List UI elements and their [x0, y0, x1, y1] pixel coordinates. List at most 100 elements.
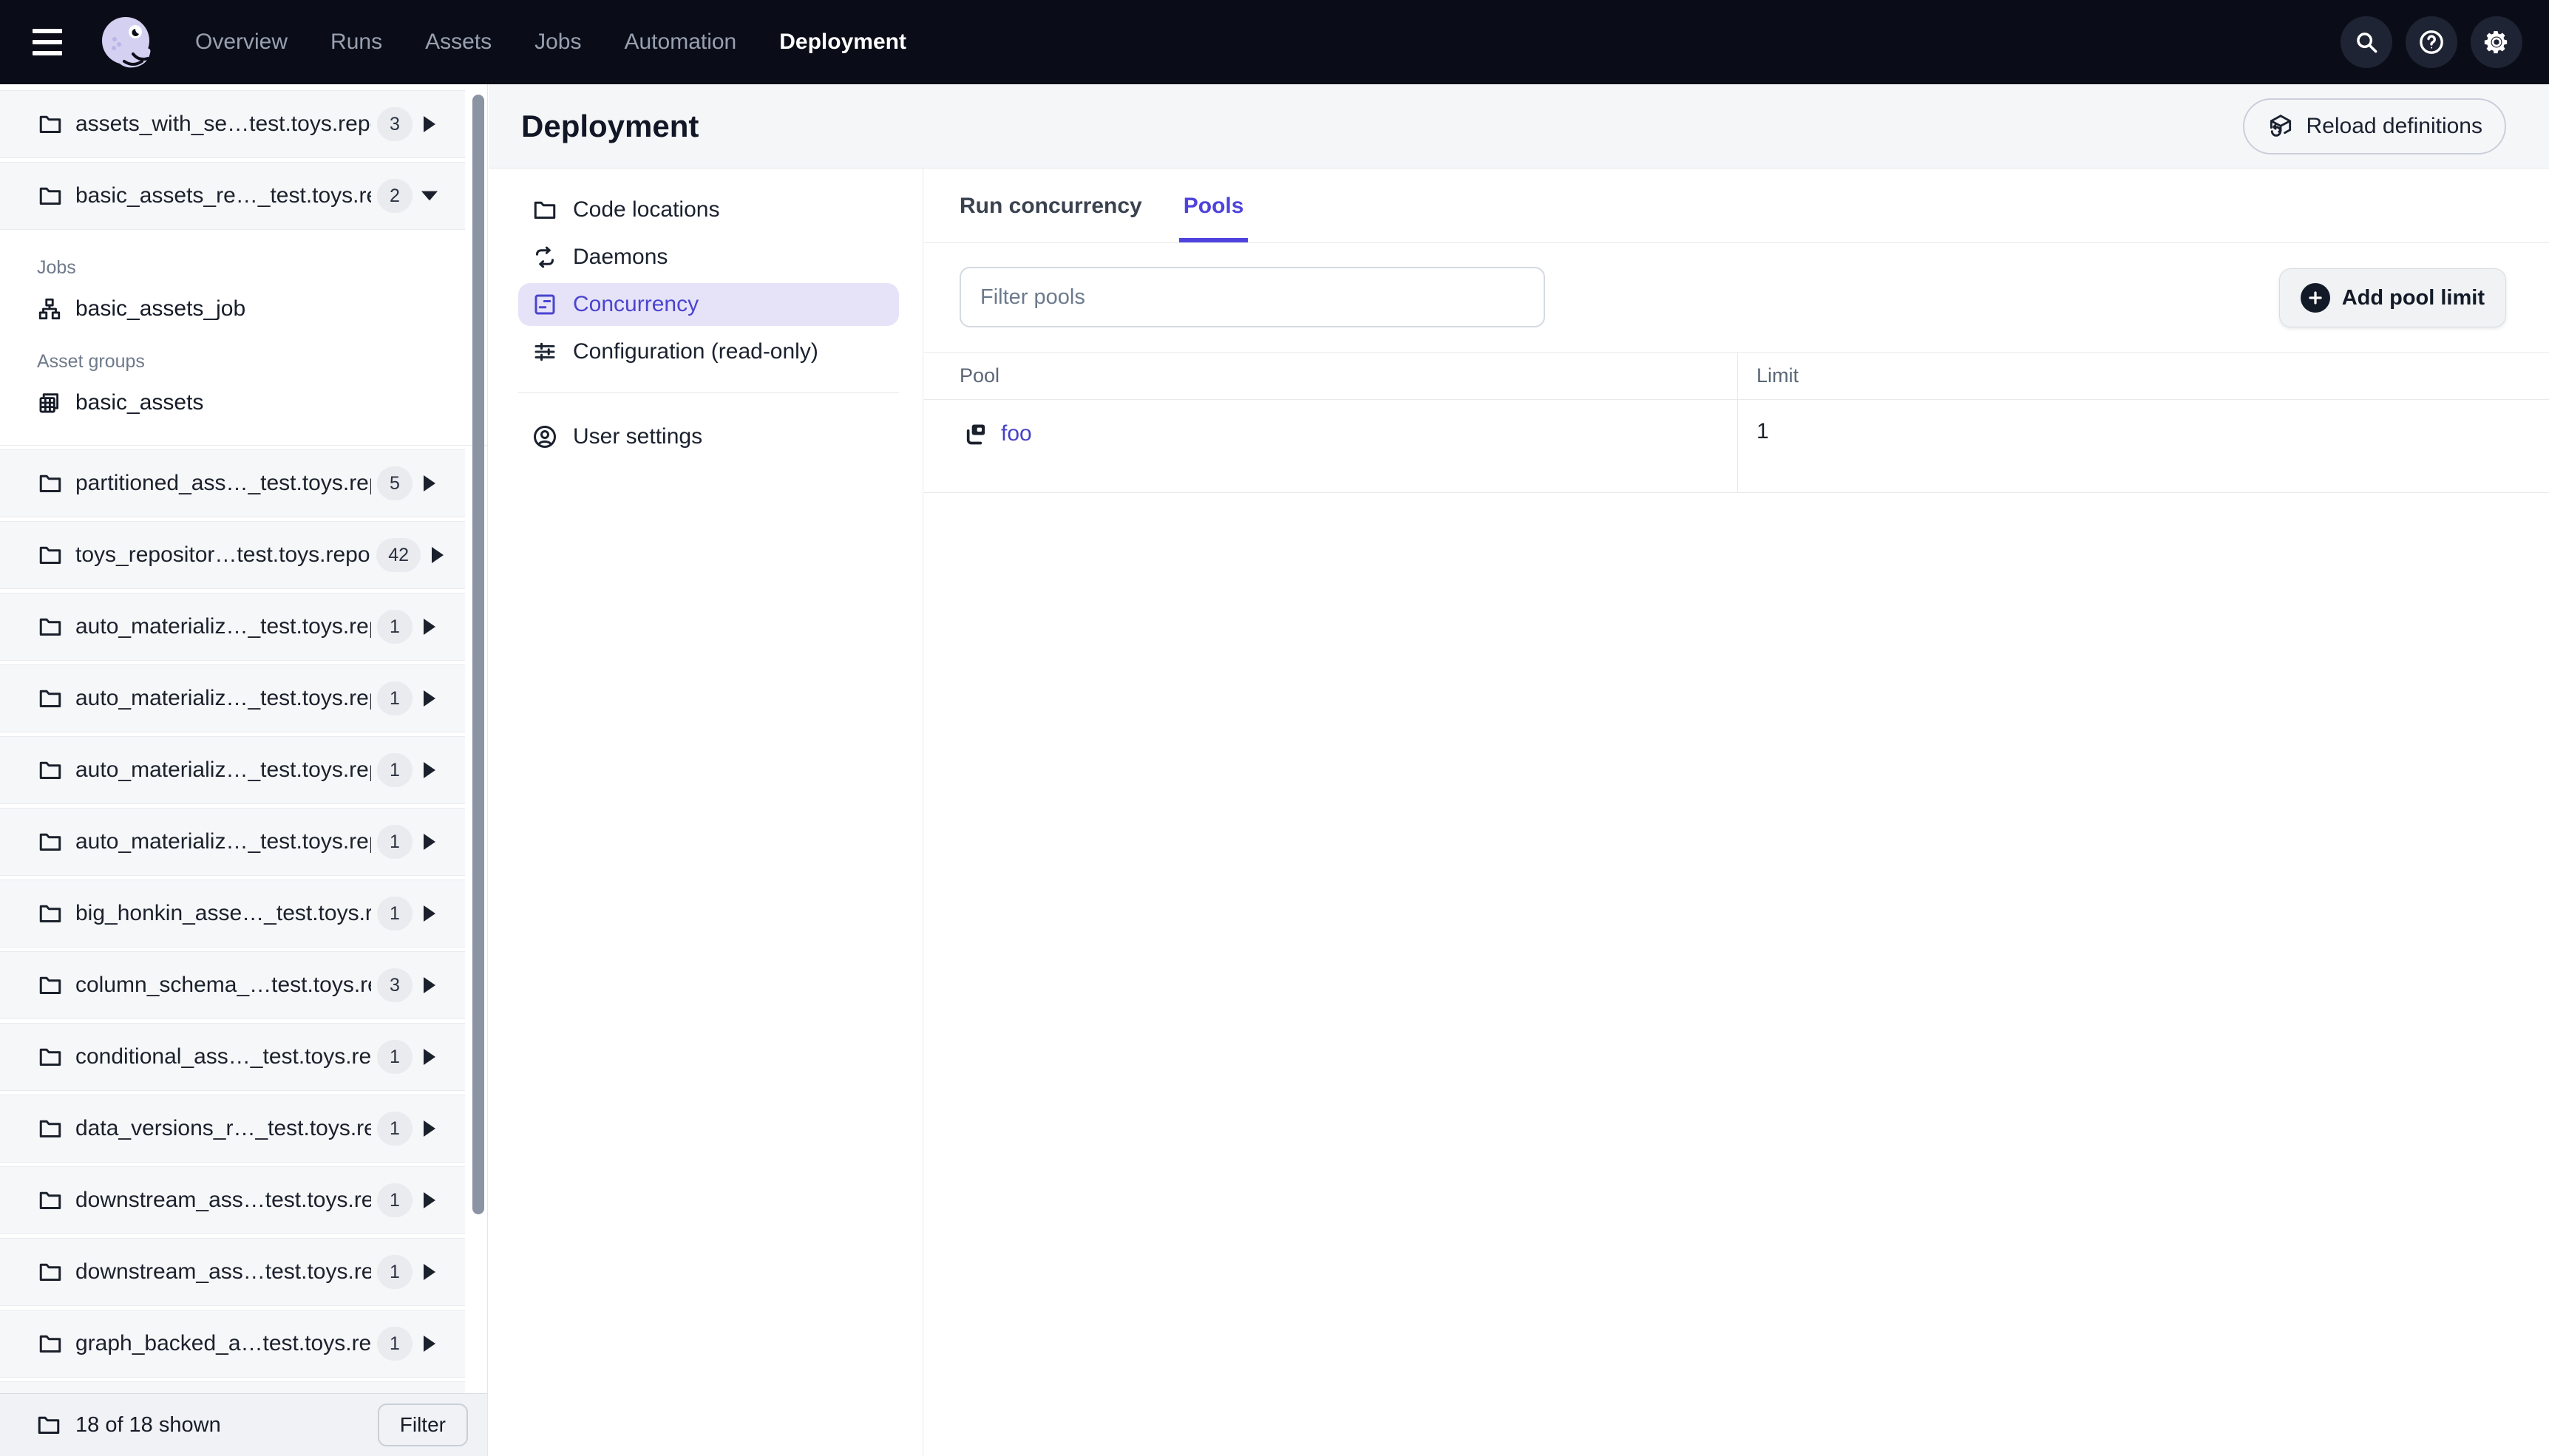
chevron-right-icon[interactable] [413, 762, 447, 778]
add-pool-limit-button[interactable]: Add pool limit [2278, 268, 2506, 327]
repo-row[interactable]: auto_materializ…_test.toys.repo 1 [0, 593, 465, 661]
reload-cube-icon [2267, 112, 2295, 140]
menu-item-configuration[interactable]: Configuration (read-only) [518, 330, 899, 373]
job-item[interactable]: basic_assets_job [37, 286, 487, 332]
repo-row[interactable]: data_versions_r…_test.toys.rep 1 [0, 1095, 465, 1163]
pool-link[interactable]: foo [960, 419, 1032, 449]
chevron-right-icon[interactable] [413, 977, 447, 993]
repo-label: conditional_ass…_test.toys.repo [75, 1044, 371, 1069]
repo-row[interactable]: auto_materializ…_test.toys.repo 1 [0, 808, 465, 876]
chevron-right-icon[interactable] [413, 1120, 447, 1137]
repo-list: assets_with_se…test.toys.repo 3 basic_as… [0, 84, 487, 1449]
dagster-logo-icon[interactable] [95, 11, 157, 73]
repo-row[interactable]: basic_assets_re…_test.toys.rep 2 [0, 162, 465, 230]
nav-runs[interactable]: Runs [330, 30, 382, 55]
repo-row[interactable]: column_schema_…test.toys.rep 3 [0, 951, 465, 1019]
repo-label: auto_materializ…_test.toys.repo [75, 829, 371, 854]
pools-table: Pool Limit foo 1 [924, 352, 2549, 493]
folder-icon [37, 542, 64, 568]
dagster-app: Overview Runs Assets Jobs Automation Dep… [0, 0, 2549, 1456]
tab-pools[interactable]: Pools [1178, 169, 1249, 242]
menu-item-label: Daemons [573, 245, 668, 269]
limit-column-header: Limit [1757, 364, 1799, 387]
pool-cell: foo [924, 400, 1737, 492]
repo-row[interactable]: downstream_ass…test.toys.rep 1 [0, 1238, 465, 1306]
folder-icon [37, 900, 64, 927]
count-badge: 1 [377, 610, 413, 644]
pool-stack-icon [960, 419, 989, 449]
repo-label: auto_materializ…_test.toys.repo [75, 614, 371, 639]
chevron-right-icon[interactable] [421, 547, 455, 563]
concurrency-tab-panel: Run concurrency Pools Add pool limit Poo… [924, 169, 2549, 1456]
repo-row[interactable]: conditional_ass…_test.toys.repo 1 [0, 1023, 465, 1091]
repo-label: graph_backed_a…test.toys.repo [75, 1331, 371, 1355]
folder-icon [35, 1412, 62, 1438]
repo-expanded-panel: Jobs basic_assets_job Asset groups basic… [0, 234, 487, 446]
menu-item-code-locations[interactable]: Code locations [518, 188, 899, 231]
chevron-right-icon[interactable] [413, 116, 447, 132]
folder-icon [37, 1115, 64, 1142]
user-icon [532, 423, 558, 450]
repo-row[interactable]: assets_with_se…test.toys.repo 3 [0, 90, 465, 158]
repo-label: downstream_ass…test.toys.rep [75, 1188, 371, 1212]
asset-group-item[interactable]: basic_assets [37, 380, 487, 426]
count-badge: 1 [377, 1112, 413, 1146]
filter-button[interactable]: Filter [377, 1404, 468, 1446]
deployment-settings-menu: Code locations Daemons Concurrency Confi… [489, 169, 923, 1456]
chevron-right-icon[interactable] [413, 475, 447, 491]
repo-row[interactable]: graph_backed_a…test.toys.repo 1 [0, 1310, 465, 1378]
menu-item-daemons[interactable]: Daemons [518, 236, 899, 279]
chevron-right-icon[interactable] [413, 1264, 447, 1280]
count-badge: 1 [377, 1183, 413, 1217]
job-icon [37, 296, 62, 322]
chevron-right-icon[interactable] [413, 834, 447, 850]
pools-toolbar: Add pool limit [924, 267, 2549, 327]
nav-deployment[interactable]: Deployment [779, 30, 906, 55]
repo-label: column_schema_…test.toys.rep [75, 973, 371, 997]
repo-row[interactable]: auto_materializ…_test.toys.repo 1 [0, 664, 465, 732]
repo-label: data_versions_r…_test.toys.rep [75, 1116, 371, 1140]
count-badge: 2 [377, 179, 413, 213]
count-badge: 1 [377, 753, 413, 787]
repo-row[interactable]: downstream_ass…test.toys.rep 1 [0, 1166, 465, 1234]
page-title: Deployment [521, 108, 699, 143]
nav-overview[interactable]: Overview [195, 30, 288, 55]
repo-row[interactable]: big_honkin_asse…_test.toys.rep 1 [0, 880, 465, 948]
sidebar-footer: 18 of 18 shown Filter [0, 1393, 487, 1456]
filter-pools-input[interactable] [960, 267, 1545, 327]
repo-row[interactable]: auto_materializ…_test.toys.repo 1 [0, 736, 465, 804]
search-icon[interactable] [2341, 16, 2392, 68]
menu-item-concurrency[interactable]: Concurrency [518, 283, 899, 326]
reload-definitions-label: Reload definitions [2306, 113, 2483, 138]
reload-definitions-button[interactable]: Reload definitions [2242, 98, 2506, 154]
chevron-down-icon[interactable] [413, 191, 447, 201]
repo-row[interactable]: partitioned_ass…_test.toys.rep 5 [0, 449, 465, 517]
chevron-right-icon[interactable] [413, 1049, 447, 1065]
nav-jobs[interactable]: Jobs [534, 30, 581, 55]
chevron-right-icon[interactable] [413, 1336, 447, 1352]
chevron-right-icon[interactable] [413, 1192, 447, 1208]
plus-icon [2300, 283, 2330, 313]
count-badge: 1 [377, 897, 413, 931]
chevron-right-icon[interactable] [413, 905, 447, 922]
hamburger-menu-icon[interactable] [22, 17, 72, 67]
pool-table-row: foo 1 [924, 400, 2549, 493]
menu-item-user-settings[interactable]: User settings [518, 415, 899, 458]
nav-assets[interactable]: Assets [425, 30, 492, 55]
asset-catalog-sidebar: assets_with_se…test.toys.repo 3 basic_as… [0, 84, 488, 1456]
tab-run-concurrency[interactable]: Run concurrency [960, 169, 1142, 242]
menu-item-label: Code locations [573, 197, 720, 222]
nav-right-actions [2341, 16, 2522, 68]
count-badge: 1 [377, 825, 413, 859]
settings-gear-icon[interactable] [2471, 16, 2522, 68]
help-icon[interactable] [2406, 16, 2457, 68]
chevron-right-icon[interactable] [413, 619, 447, 635]
sliders-icon [532, 339, 558, 365]
nav-automation[interactable]: Automation [624, 30, 736, 55]
pools-table-header: Pool Limit [924, 353, 2549, 400]
repo-row[interactable]: toys_repositor…test.toys.repo 42 [0, 521, 465, 589]
sidebar-scrollbar[interactable] [472, 95, 484, 1214]
tabs: Run concurrency Pools [924, 169, 2549, 243]
page-header: Deployment Reload definitions [489, 84, 2549, 169]
chevron-right-icon[interactable] [413, 690, 447, 707]
